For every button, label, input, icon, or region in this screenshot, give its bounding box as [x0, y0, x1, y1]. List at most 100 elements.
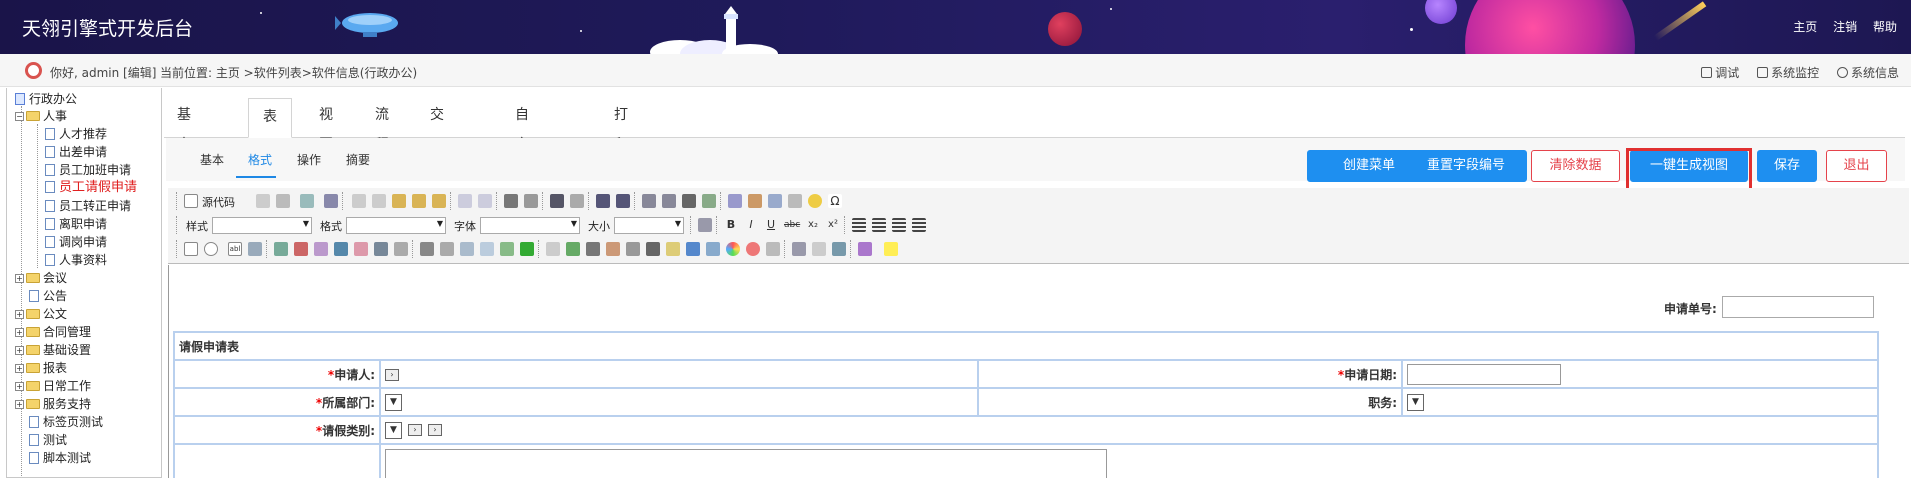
- tab-field-icon[interactable]: [460, 242, 474, 256]
- paste-text-icon[interactable]: [412, 194, 426, 208]
- anchor-icon[interactable]: [832, 242, 846, 256]
- tree-folder[interactable]: + 报表: [15, 359, 67, 377]
- view-field-icon[interactable]: [500, 242, 514, 256]
- expand-icon[interactable]: +: [15, 382, 24, 391]
- tree-root[interactable]: 行政办公: [15, 90, 77, 108]
- camera-icon[interactable]: [586, 242, 600, 256]
- tree-folder-hr[interactable]: − 人事: [15, 107, 67, 125]
- template-icon[interactable]: [324, 194, 338, 208]
- online-edit-icon[interactable]: [706, 242, 720, 256]
- debug-link[interactable]: 调试: [1701, 66, 1739, 80]
- size-select[interactable]: [614, 217, 684, 234]
- user-picker-icon[interactable]: ›: [385, 368, 399, 381]
- position-select[interactable]: ▼: [1407, 393, 1424, 411]
- indent-icon[interactable]: [662, 194, 676, 208]
- select-field-icon[interactable]: [314, 242, 328, 256]
- flash-icon[interactable]: [748, 194, 762, 208]
- tree-item[interactable]: 出差申请: [45, 143, 107, 161]
- new-doc-icon[interactable]: [276, 194, 290, 208]
- tree-folder[interactable]: + 日常工作: [15, 377, 91, 395]
- undo-icon[interactable]: [458, 194, 472, 208]
- report-icon[interactable]: [766, 242, 780, 256]
- user-greeting[interactable]: 你好, admin [编辑]: [50, 64, 156, 81]
- reason-textarea[interactable]: [385, 449, 1107, 478]
- sysinfo-link[interactable]: 系统信息: [1836, 66, 1899, 80]
- font-select[interactable]: [480, 217, 580, 234]
- radio-icon[interactable]: [204, 242, 218, 256]
- redo-icon[interactable]: [478, 194, 492, 208]
- table-icon[interactable]: [768, 194, 782, 208]
- textfield-icon[interactable]: abl: [228, 242, 242, 256]
- apply-date-input[interactable]: [1407, 363, 1561, 385]
- department-select[interactable]: ▼: [385, 393, 402, 411]
- color-picker-icon[interactable]: [726, 242, 740, 256]
- unlink-icon[interactable]: [812, 242, 826, 256]
- tab-form[interactable]: 表单: [248, 98, 292, 161]
- blockquote-icon[interactable]: [682, 194, 696, 208]
- leave-type-select[interactable]: ▼: [385, 421, 402, 439]
- picture-field-icon[interactable]: [566, 242, 580, 256]
- expand-icon[interactable]: +: [15, 346, 24, 355]
- tree-item[interactable]: 人才推荐: [45, 125, 107, 143]
- justify-icon[interactable]: [912, 218, 926, 232]
- qrcode-icon[interactable]: [646, 242, 660, 256]
- monitor-link[interactable]: 系统监控: [1757, 66, 1819, 80]
- superscript-icon[interactable]: x²: [826, 218, 840, 232]
- align-left-icon[interactable]: [852, 218, 866, 232]
- paste-icon[interactable]: [392, 194, 406, 208]
- link-icon[interactable]: [792, 242, 806, 256]
- map-icon[interactable]: [606, 242, 620, 256]
- div-icon[interactable]: [702, 194, 716, 208]
- numbered-list-icon[interactable]: [596, 194, 610, 208]
- copy-field-icon[interactable]: [440, 242, 454, 256]
- pencil-icon[interactable]: [546, 242, 560, 256]
- line-icon[interactable]: [420, 242, 434, 256]
- hr-icon[interactable]: [788, 194, 802, 208]
- outdent-icon[interactable]: [642, 194, 656, 208]
- source-icon[interactable]: [184, 194, 198, 208]
- apply-no-input[interactable]: [1722, 296, 1874, 318]
- tree-item-active[interactable]: 员工请假申请: [45, 179, 137, 197]
- tree-folder[interactable]: + 服务支持: [15, 395, 91, 413]
- field-picker-icon[interactable]: ›: [408, 424, 422, 436]
- expand-icon[interactable]: +: [15, 400, 24, 409]
- format-select[interactable]: [346, 217, 446, 234]
- button-field-icon[interactable]: [480, 242, 494, 256]
- tree-item[interactable]: 员工加班申请: [45, 161, 131, 179]
- copy-icon[interactable]: [372, 194, 386, 208]
- tab-print[interactable]: 打印: [614, 100, 628, 153]
- expand-icon[interactable]: +: [15, 328, 24, 337]
- find-icon[interactable]: [504, 194, 518, 208]
- tree-folder[interactable]: + 合同管理: [15, 323, 91, 341]
- exit-button[interactable]: 退出: [1826, 150, 1887, 182]
- field-icon[interactable]: [274, 242, 288, 256]
- bg-color-icon[interactable]: [884, 242, 898, 256]
- expand-icon[interactable]: +: [15, 364, 24, 373]
- subtab-summary[interactable]: 摘要: [346, 151, 370, 168]
- tree-item[interactable]: 标签页测试: [29, 413, 103, 431]
- style-select[interactable]: [212, 217, 312, 234]
- nav-help[interactable]: 帮助: [1873, 20, 1897, 34]
- select-all-icon[interactable]: [550, 194, 564, 208]
- tree-folder[interactable]: + 基础设置: [15, 341, 91, 359]
- tree-item[interactable]: 员工转正申请: [45, 197, 131, 215]
- expand-icon[interactable]: +: [15, 310, 24, 319]
- tab-flow[interactable]: 流程: [375, 100, 389, 153]
- zoom-icon[interactable]: [698, 218, 712, 232]
- text-color-icon[interactable]: [858, 242, 872, 256]
- attachment-icon[interactable]: [666, 242, 680, 256]
- tree-item[interactable]: 人事资料: [45, 251, 107, 269]
- mic-icon[interactable]: [626, 242, 640, 256]
- subscript-icon[interactable]: x₂: [806, 218, 820, 232]
- word-icon[interactable]: [686, 242, 700, 256]
- special-char-icon[interactable]: Ω: [828, 194, 842, 208]
- subtab-format[interactable]: 格式: [248, 151, 272, 168]
- cut-icon[interactable]: [352, 194, 366, 208]
- save-doc-icon[interactable]: [256, 194, 270, 208]
- checkbox-icon[interactable]: [184, 242, 198, 256]
- subtab-operation[interactable]: 操作: [297, 151, 321, 168]
- smiley-icon[interactable]: [808, 194, 822, 208]
- department-field-icon[interactable]: [334, 242, 348, 256]
- textarea-icon[interactable]: [248, 242, 262, 256]
- nav-logout[interactable]: 注销: [1833, 20, 1857, 34]
